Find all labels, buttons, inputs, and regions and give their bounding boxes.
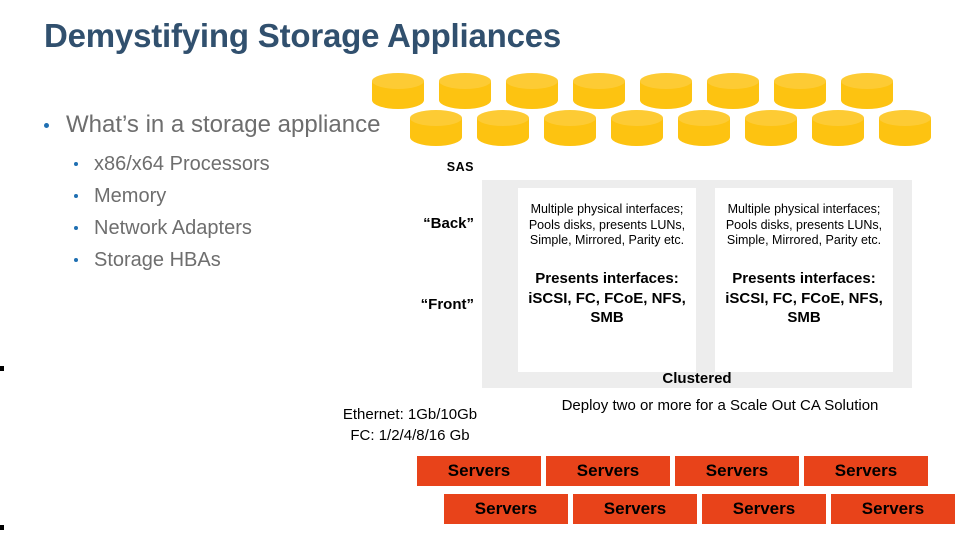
- speeds-fc: FC: 1/2/4/8/16 Gb: [350, 427, 470, 444]
- disk-cylinder-icon: [707, 73, 759, 113]
- disk-cylinder-icon: [774, 73, 826, 113]
- disk-cylinder-icon: [611, 110, 663, 150]
- link-speeds-annotation: Ethernet: 1Gb/10Gb FC: 1/2/4/8/16 Gb: [300, 404, 520, 446]
- deploy-note: Deploy two or more for a Scale Out CA So…: [561, 397, 879, 414]
- disk-cylinder-icon: [640, 73, 692, 113]
- bullet-sub-label: Network Adapters: [94, 217, 252, 239]
- server-box: Servers: [675, 456, 799, 486]
- bullet-dot-icon: [74, 194, 78, 198]
- bullet-sub-label: Storage HBAs: [94, 249, 221, 271]
- disk-cylinder-icon: [477, 110, 529, 150]
- storage-node-box: Multiple physical interfaces; Pools disk…: [715, 188, 893, 372]
- disk-top: [678, 110, 730, 126]
- label-back: “Back”: [423, 215, 474, 232]
- server-box: Servers: [573, 494, 697, 524]
- speeds-ethernet: Ethernet: 1Gb/10Gb: [342, 406, 478, 423]
- disk-cylinder-icon: [544, 110, 596, 150]
- disk-top: [477, 110, 529, 126]
- node-description: Multiple physical interfaces; Pools disk…: [725, 202, 883, 247]
- list-item: Memory: [34, 180, 464, 212]
- disk-top: [774, 73, 826, 89]
- disk-top: [707, 73, 759, 89]
- disk-cylinder-icon: [879, 110, 931, 150]
- disk-cylinder-icon: [745, 110, 797, 150]
- node-presents-heading: Presents interfaces:: [732, 269, 876, 287]
- label-sas: SAS: [446, 160, 474, 174]
- server-box: Servers: [702, 494, 826, 524]
- disk-cylinder-icon: [439, 73, 491, 113]
- disk-top: [372, 73, 424, 89]
- disk-cylinder-icon: [678, 110, 730, 150]
- disk-top: [640, 73, 692, 89]
- bullet-dot-icon: [44, 123, 49, 128]
- disk-cylinder-icon: [506, 73, 558, 113]
- disk-top: [573, 73, 625, 89]
- list-item: Storage HBAs: [34, 244, 464, 276]
- storage-node-box: Multiple physical interfaces; Pools disk…: [518, 188, 696, 372]
- disk-top: [841, 73, 893, 89]
- bullet-sub-label: Memory: [94, 185, 167, 207]
- clustered-label: Clustered: [662, 370, 732, 387]
- disk-top: [544, 110, 596, 126]
- bullet-list: What’s in a storage appliance x86/x64 Pr…: [34, 108, 464, 276]
- server-box: Servers: [417, 456, 541, 486]
- slide-canvas: Demystifying Storage Appliances What’s i…: [0, 0, 960, 540]
- bullet-main: What’s in a storage appliance: [34, 108, 464, 142]
- disk-top: [879, 110, 931, 126]
- server-box: Servers: [804, 456, 928, 486]
- node-interfaces: iSCSI, FC, FCoE, NFS, SMB: [725, 289, 883, 326]
- bullet-dot-icon: [74, 226, 78, 230]
- server-box: Servers: [546, 456, 670, 486]
- disk-top: [812, 110, 864, 126]
- edge-tick-mark: [0, 525, 4, 530]
- label-front: “Front”: [420, 296, 474, 313]
- disk-top: [506, 73, 558, 89]
- bullet-dot-icon: [74, 162, 78, 166]
- disk-cylinder-icon: [812, 110, 864, 150]
- server-box: Servers: [831, 494, 955, 524]
- bullet-dot-icon: [74, 258, 78, 262]
- node-presents-heading: Presents interfaces:: [535, 269, 679, 287]
- disk-cylinder-icon: [573, 73, 625, 113]
- disk-top: [439, 73, 491, 89]
- bullet-sub-label: x86/x64 Processors: [94, 153, 270, 175]
- disk-cylinder-icon: [841, 73, 893, 113]
- disk-cylinder-icon: [372, 73, 424, 113]
- node-description: Multiple physical interfaces; Pools disk…: [528, 202, 686, 247]
- disk-top: [611, 110, 663, 126]
- node-interfaces: iSCSI, FC, FCoE, NFS, SMB: [528, 289, 686, 326]
- edge-tick-mark: [0, 366, 4, 371]
- page-title: Demystifying Storage Appliances: [44, 17, 562, 54]
- disk-top: [745, 110, 797, 126]
- bullet-main-label: What’s in a storage appliance: [66, 111, 381, 138]
- server-box: Servers: [444, 494, 568, 524]
